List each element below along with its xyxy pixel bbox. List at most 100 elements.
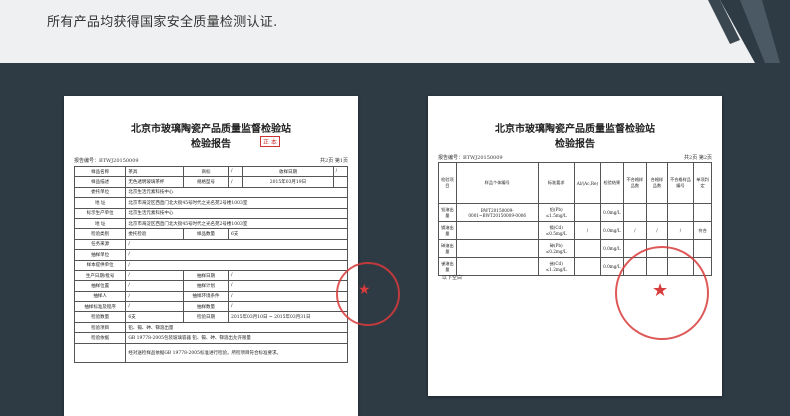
table-row: 铅溶出量 BWT20150009-0001~BWT20150009-0006 铅(P… [438, 203, 712, 222]
table-cell: / [125, 280, 185, 292]
table-row: 委托单位 北京生活元素科技中心 [73, 186, 348, 199]
table-cell [693, 203, 712, 222]
table-cell [73, 342, 127, 363]
table-cell: 抽样标准及程序 [73, 301, 127, 313]
table-cell: 铅(Pb) ≤1.5mg/L [537, 203, 575, 222]
original-stamp: 正 本 [260, 136, 280, 147]
column-header: 样品个体编号 [455, 162, 539, 204]
table-cell: 地 址 [73, 197, 127, 209]
table-cell: 北京市海淀区西直门北大街45号时代之光名苑2号楼1003室 [125, 217, 348, 230]
table-cell: 铅溶出量 [438, 203, 457, 222]
table-cell: / [228, 176, 244, 188]
decorative-graphic [708, 0, 790, 63]
report2-footer: 以下空白 [442, 275, 463, 281]
table-cell: 6支 [125, 311, 185, 323]
table-row: 地 址北京市海淀区西直门北大街45号时代之光名苑2号楼1003室 [73, 217, 348, 230]
table-cell: 抽样人 [73, 290, 127, 303]
table-cell: 地 址 [73, 217, 127, 230]
table-cell: / [228, 280, 348, 292]
table-cell: 北京生活元素科技中心 [125, 186, 348, 199]
table-cell: 锑溶出量 [438, 257, 457, 276]
table-cell: 镉溶出量 [438, 221, 457, 240]
table-cell [646, 203, 668, 222]
table-cell: 抽样计划 [183, 280, 230, 292]
table-cell: / [228, 290, 348, 303]
report2-number: 报告编号：BTWJ20150009 [438, 155, 503, 161]
table-cell: 6支 [228, 228, 348, 240]
table-cell: / [125, 269, 185, 282]
table-row: 镉溶出量 镉(Cd) ≤0.5mg/L/0.0mg/L / / / 符合 [438, 221, 712, 240]
table-cell: 砷溶出量 [438, 239, 457, 258]
table-cell: 2015年03月19日 [242, 176, 334, 188]
table-cell: / [666, 221, 695, 240]
table-cell [573, 239, 602, 258]
report2-page: 共2页 第2页 [684, 155, 712, 161]
table-cell: 委托检验 [125, 228, 185, 240]
table-cell: / [125, 301, 185, 313]
column-header: 检验项目 [438, 162, 457, 204]
report1-subtitle: 检验报告 [191, 139, 231, 150]
table-cell: 检验数量 [73, 311, 127, 323]
table-row: 标示生产单位 北京生活元素科技中心 [73, 207, 348, 219]
table-cell: 锑(Cd) ≤1.2mg/L [537, 257, 575, 276]
table-cell: 砷(Pb) ≤0.2mg/L [537, 239, 575, 258]
table-cell: 无色透明玻璃茶杯 [125, 176, 185, 188]
table-row: 检验项目 铅、镉、砷、锑溶出量 [73, 321, 348, 334]
table-cell: 北京生活元素科技中心 [125, 207, 348, 219]
table-row: 抽样人 / 抽样环境条件 / [73, 290, 348, 303]
header-text: 所有产品均获得国家安全质量检测认证. [47, 15, 278, 30]
report2-title: 北京市玻璃陶瓷产品质量监督检验站 [495, 124, 655, 135]
table-cell: 抽样单位 [73, 249, 127, 261]
seal-star-icon: ★ [652, 280, 669, 301]
table-cell: / [125, 290, 185, 303]
table-header-row: 检验项目 样品个体编号 标准要求 Al/(Ac,Re) 检验结果 不合格样品数 合格样品数不… [438, 162, 712, 204]
table-cell [332, 176, 349, 188]
table-cell: BWT20150009-0001~BWT20150009-0006 [455, 203, 539, 222]
table-row: 抽样位置 / 抽样计划 / [73, 280, 348, 292]
table-cell: 任务来源 [73, 238, 127, 251]
table-cell [455, 221, 539, 240]
table-cell: 抽样数量 [183, 301, 230, 313]
table-cell: 铅、镉、砷、锑溶出量 [125, 321, 348, 334]
table-cell: 镉(Cd) ≤0.5mg/L [537, 221, 575, 240]
table-cell: / [125, 259, 348, 271]
table-cell: / [125, 238, 348, 251]
header-banner: 所有产品均获得国家安全质量检测认证. [0, 0, 790, 63]
report1-number: 报告编号：BTWJ20150009 [74, 158, 139, 164]
table-cell: / [646, 221, 668, 240]
table-cell [455, 239, 539, 258]
column-header: 不合格样品数 [622, 162, 648, 204]
table-cell [573, 257, 602, 276]
report1-title: 北京市玻璃陶瓷产品质量监督检验站 [131, 124, 291, 135]
table-row: 样本提供单位 / [73, 259, 348, 271]
table-cell: 样品数量 [183, 228, 230, 240]
table-row: 检验依据 GB 19778-2005包装玻璃容器 铅、镉、砷、锑溶出允许限量 [73, 332, 348, 344]
table-cell: / [125, 249, 348, 261]
table-cell [622, 203, 648, 222]
table-cell: 经对送检样品依据GB 19778-2005标准进行检验，所检项目符合标准要求。 [125, 342, 348, 363]
table-cell: 检验依据 [73, 332, 127, 344]
table-row: 经对送检样品依据GB 19778-2005标准进行检验，所检项目符合标准要求。 [73, 342, 348, 363]
table-row: 样品名称 茶具 商标 / 收样日期 / [73, 165, 349, 178]
report2-subtitle: 检验报告 [555, 139, 595, 150]
table-cell [666, 203, 695, 222]
table-cell: 北京市海淀区西直门北大街45号时代之光名苑2号楼1003室 [125, 197, 348, 209]
column-header: 合格样品数 [646, 162, 668, 204]
table-cell: 委托单位 [73, 186, 127, 199]
table-cell: GB 19778-2005包装玻璃容器 铅、镉、砷、锑溶出允许限量 [125, 332, 348, 344]
report-page-1: 北京市玻璃陶瓷产品质量监督检验站 检验报告 正 本 报告编号：BTWJ20150… [64, 96, 400, 416]
table-row: 生产日期/批号 / 抽样日期 / [73, 269, 348, 282]
report1-page: 共2页 第1页 [320, 158, 348, 164]
table-row: 检验类别 委托检验 样品数量 6支 [73, 228, 348, 240]
table-cell: 标示生产单位 [73, 207, 127, 219]
column-header: 单项判定 [693, 162, 712, 204]
column-header: 不合格样品编号 [666, 162, 695, 204]
table-cell: / [622, 221, 648, 240]
table-cell: 样品描述 [73, 176, 127, 188]
column-header: 标准要求 [537, 162, 575, 204]
column-header: Al/(Ac,Re) [573, 162, 602, 204]
table-cell: 2015年03月10日 ~ 2015年03月31日 [228, 311, 348, 323]
table-cell: 0.0mg/L [600, 203, 624, 222]
table-cell: 样品名称 [73, 165, 127, 178]
table-cell: / [228, 301, 348, 313]
